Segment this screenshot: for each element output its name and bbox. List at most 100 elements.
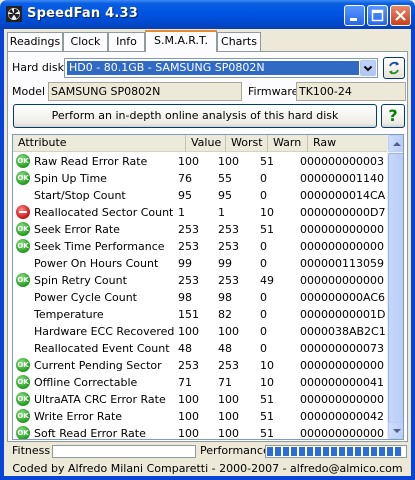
table-row[interactable]: OK Write Error Rate 100 100 51 000000000042 xyxy=(13,408,389,425)
tab-info[interactable]: Info xyxy=(108,32,145,51)
scroll-down-arrow-icon xyxy=(393,429,401,433)
ok-status-icon: OK xyxy=(16,392,30,406)
raw-cell: 0000038AB2C1 xyxy=(300,325,386,338)
fitness-bar xyxy=(52,445,196,458)
hard-disk-selected: HD0 - 80.1GB - SAMSUNG SP0802N xyxy=(67,61,359,75)
worst-cell: 95 xyxy=(218,189,232,202)
tab-clock[interactable]: Clock xyxy=(63,32,108,51)
online-analysis-button[interactable]: Perform an in-depth online analysis of t… xyxy=(13,104,377,128)
refresh-button[interactable] xyxy=(383,57,405,79)
tab-smart[interactable]: S.M.A.R.T. xyxy=(145,30,217,52)
warn-cell: 51 xyxy=(260,223,274,236)
value-cell: 99 xyxy=(178,257,192,270)
table-row[interactable]: Power On Hours Count 99 99 0 000000113059 xyxy=(13,255,389,272)
table-row[interactable]: OK Seek Error Rate 253 253 51 000000000000 xyxy=(13,221,389,238)
table-row[interactable]: OK Spin Retry Count 253 253 49 000000000000 xyxy=(13,272,389,289)
column-header-raw[interactable]: Raw xyxy=(308,135,389,152)
worst-cell: 99 xyxy=(218,257,232,270)
table-row[interactable]: Start/Stop Count 95 95 0 0000000014CA xyxy=(13,187,389,204)
window-border-left xyxy=(0,29,4,480)
raw-cell: 000000000042 xyxy=(300,410,384,423)
table-row[interactable]: OK Spin Up Time 76 55 0 000000001140 xyxy=(13,170,389,187)
fitness-label: Fitness xyxy=(12,444,51,457)
ok-status-icon: OK xyxy=(16,239,30,253)
ok-status-icon: OK xyxy=(16,409,30,423)
raw-cell: 000000001140 xyxy=(300,172,384,185)
table-row[interactable]: OK Soft Read Error Rate 100 100 51 0000000000… xyxy=(13,425,389,440)
vertical-scrollbar[interactable] xyxy=(387,135,403,439)
warn-cell: 51 xyxy=(260,410,274,423)
attribute-cell: Write Error Rate xyxy=(34,410,123,423)
ok-status-icon: OK xyxy=(16,222,30,236)
maximize-icon xyxy=(371,9,384,22)
column-header-warn[interactable]: Warn xyxy=(268,135,308,152)
value-cell: 100 xyxy=(178,155,199,168)
attribute-cell: UltraATA CRC Error Rate xyxy=(34,393,166,406)
attribute-cell: Seek Error Rate xyxy=(34,223,120,236)
smart-attributes-table[interactable]: Attribute Value Worst Warn Raw OK Raw Rea… xyxy=(12,134,404,440)
table-row[interactable]: Temperature 151 82 0 00000000001D xyxy=(13,306,389,323)
tab-charts[interactable]: Charts xyxy=(217,32,261,51)
close-button[interactable] xyxy=(390,5,411,26)
tab-readings[interactable]: Readings xyxy=(7,32,63,51)
ok-status-icon: OK xyxy=(16,375,30,389)
chevron-down-icon xyxy=(363,65,373,72)
worst-cell: 253 xyxy=(218,359,239,372)
ok-status-icon: OK xyxy=(16,426,30,439)
worst-cell: 82 xyxy=(218,308,232,321)
value-cell: 100 xyxy=(178,410,199,423)
attribute-cell: Hardware ECC Recovered xyxy=(34,325,175,338)
raw-cell: 000000000000 xyxy=(300,274,384,287)
table-row[interactable]: OK Raw Read Error Rate 100 100 51 00000000000… xyxy=(13,153,389,170)
worst-cell: 253 xyxy=(218,274,239,287)
window-border-bottom xyxy=(0,476,415,480)
footer-credits: Coded by Alfredo Milani Comparetti - 200… xyxy=(12,462,403,475)
warn-cell: 0 xyxy=(260,308,267,321)
table-row[interactable]: Power Cycle Count 98 98 0 000000000AC6 xyxy=(13,289,389,306)
dropdown-button[interactable] xyxy=(360,60,376,76)
attribute-cell: Reallocated Event Count xyxy=(34,342,170,355)
column-header-value[interactable]: Value xyxy=(186,135,226,152)
title-bar[interactable]: SpeedFan 4.33 xyxy=(0,0,415,29)
minimize-button[interactable] xyxy=(344,5,365,26)
table-row[interactable]: Reallocated Event Count 48 48 0 000000000073 xyxy=(13,340,389,357)
performance-label: Performance xyxy=(200,444,270,457)
warn-cell: 10 xyxy=(260,359,274,372)
value-cell: 100 xyxy=(178,427,199,440)
attribute-cell: Power On Hours Count xyxy=(34,257,159,270)
window-border-right xyxy=(411,29,415,480)
help-button[interactable]: ? xyxy=(381,104,405,128)
table-row[interactable]: OK UltraATA CRC Error Rate 100 100 51 0000000… xyxy=(13,391,389,408)
scroll-down-button[interactable] xyxy=(388,422,403,439)
warn-cell: 51 xyxy=(260,393,274,406)
warn-cell: 0 xyxy=(260,291,267,304)
attribute-cell: Soft Read Error Rate xyxy=(34,427,146,440)
warn-cell: 51 xyxy=(260,427,274,440)
attribute-cell: Start/Stop Count xyxy=(34,189,126,202)
table-row[interactable]: Reallocated Sector Count 1 1 10 0000000000D7 xyxy=(13,204,389,221)
column-header-attribute[interactable]: Attribute xyxy=(13,135,186,152)
value-cell: 100 xyxy=(178,325,199,338)
raw-cell: 000000000041 xyxy=(300,376,384,389)
ok-status-icon: OK xyxy=(16,171,30,185)
table-row[interactable]: OK Offline Correctable 71 71 10 000000000041 xyxy=(13,374,389,391)
value-cell: 253 xyxy=(178,240,199,253)
column-header-worst[interactable]: Worst xyxy=(226,135,268,152)
table-row[interactable]: OK Current Pending Sector 253 253 10 00000000… xyxy=(13,357,389,374)
model-field: SAMSUNG SP0802N xyxy=(48,82,242,101)
table-row[interactable]: OK Seek Time Performance 253 253 0 0000000000… xyxy=(13,238,389,255)
value-cell: 253 xyxy=(178,223,199,236)
raw-cell: 000000000073 xyxy=(300,342,384,355)
scroll-up-button[interactable] xyxy=(388,135,403,152)
speedfan-fan-icon xyxy=(6,6,22,22)
maximize-button[interactable] xyxy=(367,5,388,26)
raw-cell: 00000000001D xyxy=(300,308,386,321)
raw-cell: 0000000000D7 xyxy=(300,206,386,219)
scrollbar-thumb[interactable] xyxy=(388,153,403,423)
warn-cell: 10 xyxy=(260,376,274,389)
warn-cell: 0 xyxy=(260,342,267,355)
table-row[interactable]: Hardware ECC Recovered 100 100 0 0000038AB2C… xyxy=(13,323,389,340)
value-cell: 76 xyxy=(178,172,192,185)
hard-disk-dropdown[interactable]: HD0 - 80.1GB - SAMSUNG SP0802N xyxy=(64,58,378,78)
worst-cell: 48 xyxy=(218,342,232,355)
